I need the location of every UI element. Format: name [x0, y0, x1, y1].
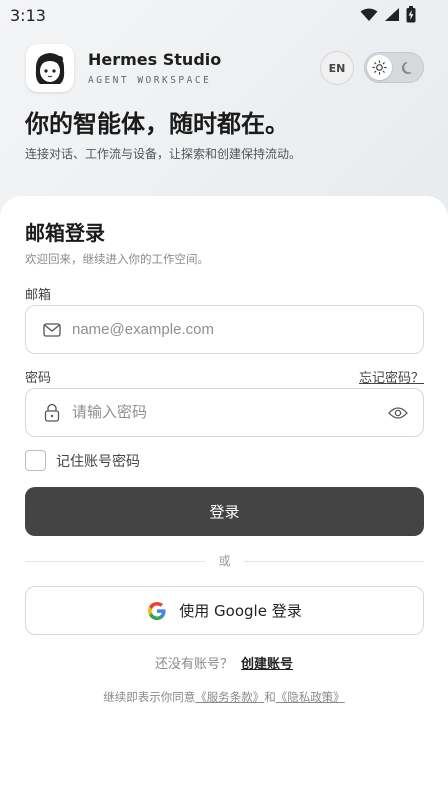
remember-label: 记住账号密码 — [56, 453, 140, 470]
or-divider: 或 — [25, 552, 424, 570]
google-login-button[interactable]: 使用 Google 登录 — [25, 586, 424, 635]
lock-icon — [42, 403, 62, 423]
email-input[interactable] — [72, 321, 423, 338]
password-input[interactable] — [72, 404, 387, 421]
remember-checkbox[interactable] — [25, 450, 46, 471]
terms-and: 和 — [264, 690, 276, 704]
password-field[interactable] — [25, 388, 424, 437]
password-label: 密码 — [25, 371, 52, 386]
hero-subtitle: 连接对话、工作流与设备，让探索和创建保持流动。 — [25, 147, 302, 161]
status-icons — [360, 6, 416, 23]
email-label: 邮箱 — [25, 288, 52, 303]
email-field[interactable] — [25, 305, 424, 354]
terms-of-service-link[interactable]: 《服务条款》 — [195, 690, 264, 704]
google-icon — [148, 601, 166, 620]
divider-text: 或 — [218, 554, 231, 568]
hero-title: 你的智能体，随时都在。 — [25, 110, 289, 138]
forgot-password-link[interactable]: 忘记密码？ — [359, 367, 424, 386]
terms-prefix: 继续即表示你同意 — [103, 690, 196, 704]
status-bar: 3:13 — [0, 0, 448, 30]
app-name: Hermes Studio — [88, 50, 222, 69]
wifi-icon — [360, 8, 378, 21]
brand-header: Hermes Studio AGENT WORKSPACE — [26, 44, 221, 92]
create-account-link[interactable]: 创建账号 — [241, 657, 293, 672]
status-time: 3:13 — [10, 6, 46, 25]
cell-signal-icon — [385, 8, 399, 21]
google-login-label: 使用 Google 登录 — [179, 602, 302, 620]
login-title: 邮箱登录 — [25, 221, 105, 245]
login-card: 邮箱登录 欢迎回来，继续进入你的工作空间。 邮箱 密码 忘记密码？ — [0, 196, 448, 796]
eye-icon[interactable] — [387, 402, 409, 424]
avatar-logo — [26, 44, 74, 92]
terms-notice: 继续即表示你同意《服务条款》和《隐私政策》 — [0, 689, 448, 705]
mail-icon — [42, 320, 62, 340]
privacy-policy-link[interactable]: 《隐私政策》 — [276, 690, 345, 704]
sun-icon[interactable] — [367, 55, 392, 80]
battery-charging-icon — [406, 6, 416, 23]
no-account-text: 还没有账号？ — [154, 657, 233, 672]
remember-me[interactable]: 记住账号密码 — [25, 450, 140, 471]
theme-toggle[interactable] — [364, 52, 424, 83]
signup-row: 还没有账号？ 创建账号 — [0, 653, 448, 672]
moon-icon[interactable] — [400, 60, 416, 76]
login-subtitle: 欢迎回来，继续进入你的工作空间。 — [25, 252, 209, 266]
app-subtitle: AGENT WORKSPACE — [88, 75, 212, 86]
login-button[interactable]: 登录 — [25, 487, 424, 536]
language-button[interactable]: EN — [320, 51, 354, 85]
